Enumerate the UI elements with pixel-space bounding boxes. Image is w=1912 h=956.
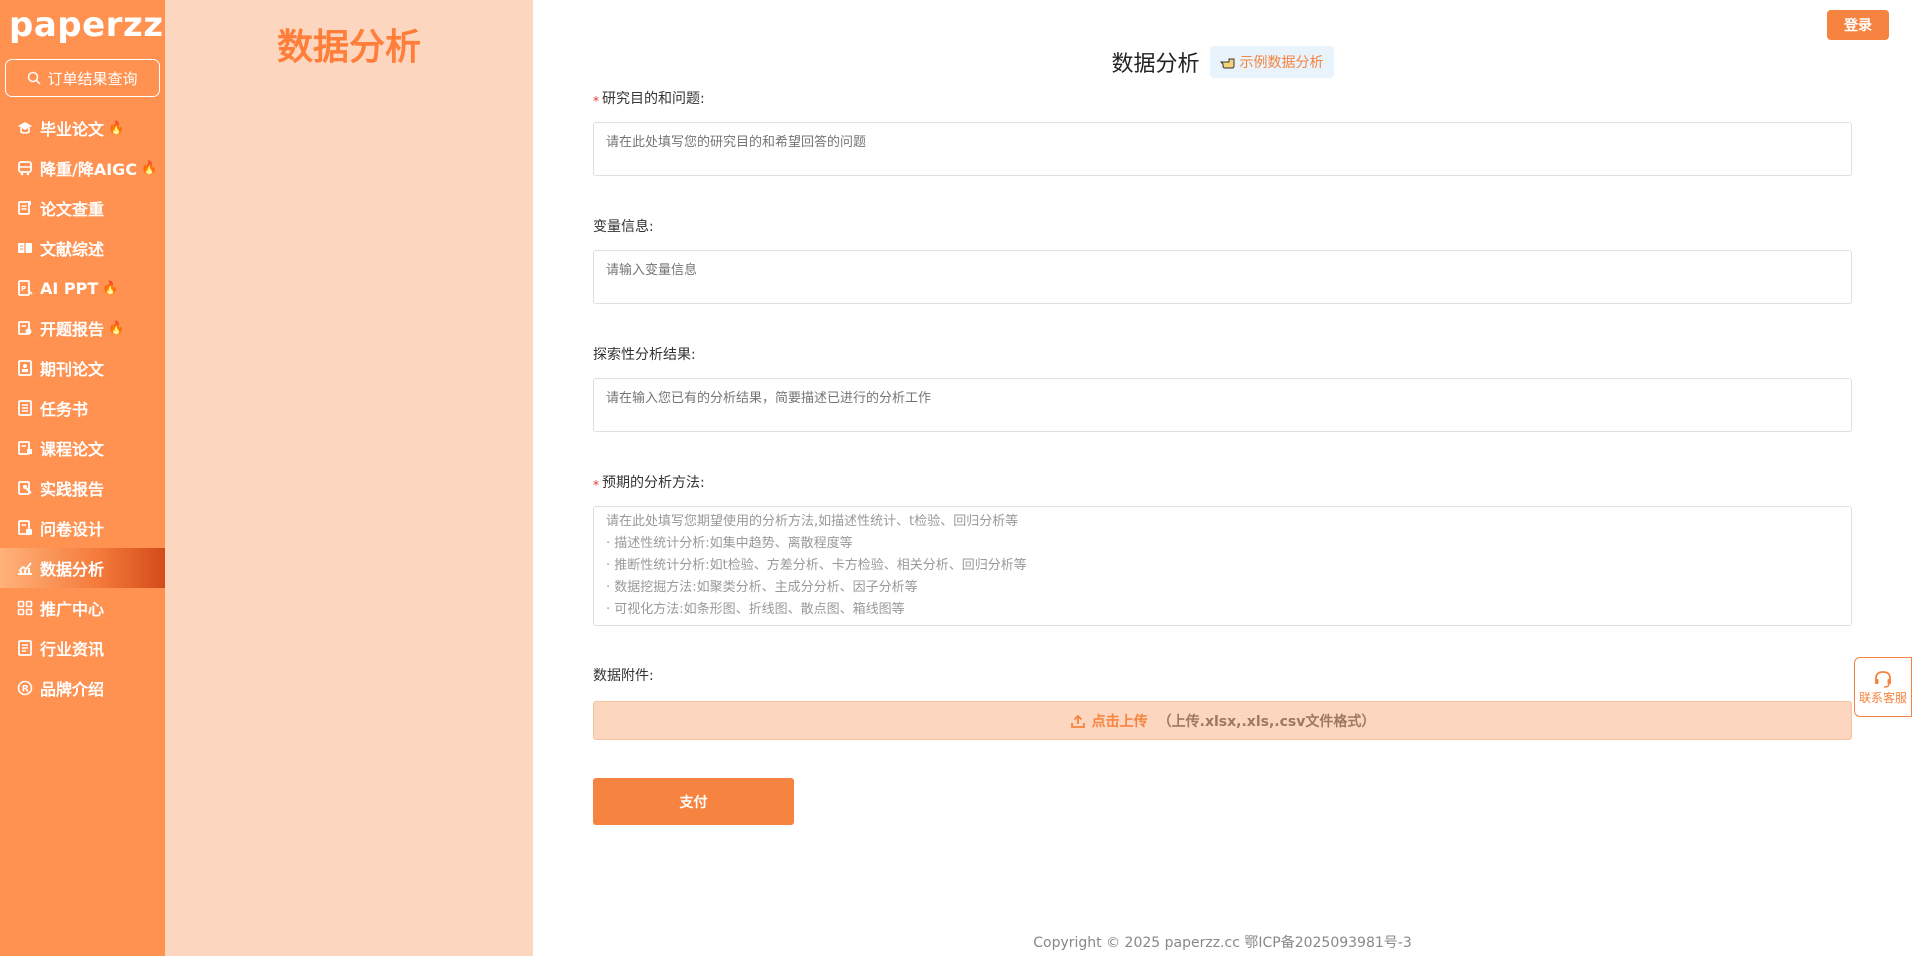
fire-icon: 🔥 <box>108 320 125 336</box>
order-search-label: 订单结果查询 <box>47 69 138 88</box>
sidebar-item-data-analysis[interactable]: 数据分析 <box>0 548 165 588</box>
sidebar-item-literature-review[interactable]: 文献综述 <box>0 228 165 268</box>
left-panel: 数据分析 <box>165 0 533 956</box>
goal-label: * 研究目的和问题: <box>593 91 705 108</box>
sidebar-item-plagiarism-check[interactable]: 论文查重 <box>0 188 165 228</box>
page-header: 数据分析 示例数据分析 <box>533 46 1912 78</box>
book-open-icon <box>16 239 34 257</box>
bus-icon <box>16 159 34 177</box>
upload-icon <box>1070 714 1085 728</box>
methods-placeholder-line: 请在此处填写您期望使用的分析方法,如描述性统计、t检验、回归分析等 <box>606 514 1019 529</box>
variables-textarea[interactable] <box>593 250 1852 304</box>
pay-button[interactable]: 支付 <box>593 778 794 825</box>
document-check-icon <box>16 199 34 217</box>
upload-button[interactable]: 点击上传 （上传.xlsx,.xls,.csv文件格式） <box>593 701 1852 740</box>
main-content: 登录 数据分析 示例数据分析 *研究目的和问题: 变量信息: 探索性分析结果: … <box>533 0 1912 956</box>
left-panel-title: 数据分析 <box>276 27 421 68</box>
sidebar-item-graduation-thesis[interactable]: 毕业论文 🔥 <box>0 108 165 148</box>
exploratory-textarea[interactable] <box>593 378 1852 432</box>
methods-placeholder-line: · 推断性统计分析:如t检验、方差分析、卡方检验、相关分析、回归分析等 <box>606 558 1027 573</box>
practice-icon <box>16 479 34 497</box>
upload-label: 点击上传 <box>1091 713 1148 730</box>
course-icon <box>16 439 34 457</box>
report-icon <box>16 319 34 337</box>
sidebar-item-reduce-aigc[interactable]: 降重/降AIGC 🔥 <box>0 148 165 188</box>
svg-text:R: R <box>22 685 29 695</box>
sidebar-item-promotion-center[interactable]: 推广中心 <box>0 588 165 628</box>
required-mark: * <box>593 94 599 108</box>
sidebar-item-industry-news[interactable]: 行业资讯 <box>0 628 165 668</box>
search-icon <box>28 71 42 85</box>
survey-icon <box>16 519 34 537</box>
sidebar-item-survey-design[interactable]: 问卷设计 <box>0 508 165 548</box>
order-search-button[interactable]: 订单结果查询 <box>5 59 160 97</box>
chart-icon <box>16 559 34 577</box>
sidebar-item-task-book[interactable]: 任务书 <box>0 388 165 428</box>
registered-icon: R <box>16 679 34 697</box>
news-icon <box>16 639 34 657</box>
sidebar-item-journal-paper[interactable]: 期刊论文 <box>0 348 165 388</box>
ppt-icon: P <box>16 279 34 297</box>
example-data-analysis-button[interactable]: 示例数据分析 <box>1209 46 1334 78</box>
fire-icon: 🔥 <box>108 120 125 136</box>
methods-label: * 预期的分析方法: <box>593 475 705 492</box>
attachment-label: 数据附件: <box>593 668 654 684</box>
methods-placeholder-line: · 可视化方法:如条形图、折线图、散点图、箱线图等 <box>606 602 905 617</box>
login-button[interactable]: 登录 <box>1827 10 1889 40</box>
graduation-cap-icon <box>16 119 34 137</box>
sidebar: paperzz 订单结果查询 毕业论文 🔥 降重/降AIGC 🔥 论文查重 文献综述… <box>0 0 165 956</box>
goal-textarea[interactable] <box>593 122 1852 176</box>
fire-icon: 🔥 <box>102 280 119 296</box>
sidebar-item-ai-ppt[interactable]: P AI PPT 🔥 <box>0 268 165 308</box>
example-label: 示例数据分析 <box>1239 55 1324 71</box>
journal-icon <box>16 359 34 377</box>
copyright: Copyright © 2025 paperzz.cc 鄂ICP备2025093… <box>1033 935 1412 951</box>
svg-text:P: P <box>21 285 26 293</box>
sidebar-nav: 毕业论文 🔥 降重/降AIGC 🔥 论文查重 文献综述 P AI PPT 🔥 开题报告… <box>0 108 165 708</box>
page-title: 数据分析 <box>1111 52 1200 77</box>
sidebar-item-practice-report[interactable]: 实践报告 <box>0 468 165 508</box>
methods-textarea[interactable]: 请在此处填写您期望使用的分析方法,如描述性统计、t检验、回归分析等 · 描述性统… <box>593 506 1852 626</box>
variables-label: 变量信息: <box>593 219 654 235</box>
required-mark: * <box>593 478 599 492</box>
upload-hint: （上传.xlsx,.xls,.csv文件格式） <box>1157 713 1376 730</box>
logo[interactable]: paperzz <box>9 5 164 45</box>
sidebar-item-brand-intro[interactable]: R 品牌介绍 <box>0 668 165 708</box>
contact-service-label: 联系客服 <box>1858 690 1907 705</box>
sidebar-item-course-paper[interactable]: 课程论文 <box>0 428 165 468</box>
methods-placeholder-line: · 数据挖掘方法:如聚类分析、主成分分析、因子分析等 <box>606 580 918 595</box>
sidebar-item-proposal-report[interactable]: 开题报告 🔥 <box>0 308 165 348</box>
notebook-icon <box>16 399 34 417</box>
exploratory-label: 探索性分析结果: <box>593 347 696 363</box>
methods-placeholder-line: · 描述性统计分析:如集中趋势、离散程度等 <box>606 536 853 551</box>
hand-pointer-icon <box>1219 58 1234 69</box>
fire-icon: 🔥 <box>141 160 158 176</box>
contact-service-button[interactable]: 联系客服 <box>1854 657 1912 717</box>
grid-icon <box>16 599 34 617</box>
headset-icon <box>1875 670 1891 688</box>
